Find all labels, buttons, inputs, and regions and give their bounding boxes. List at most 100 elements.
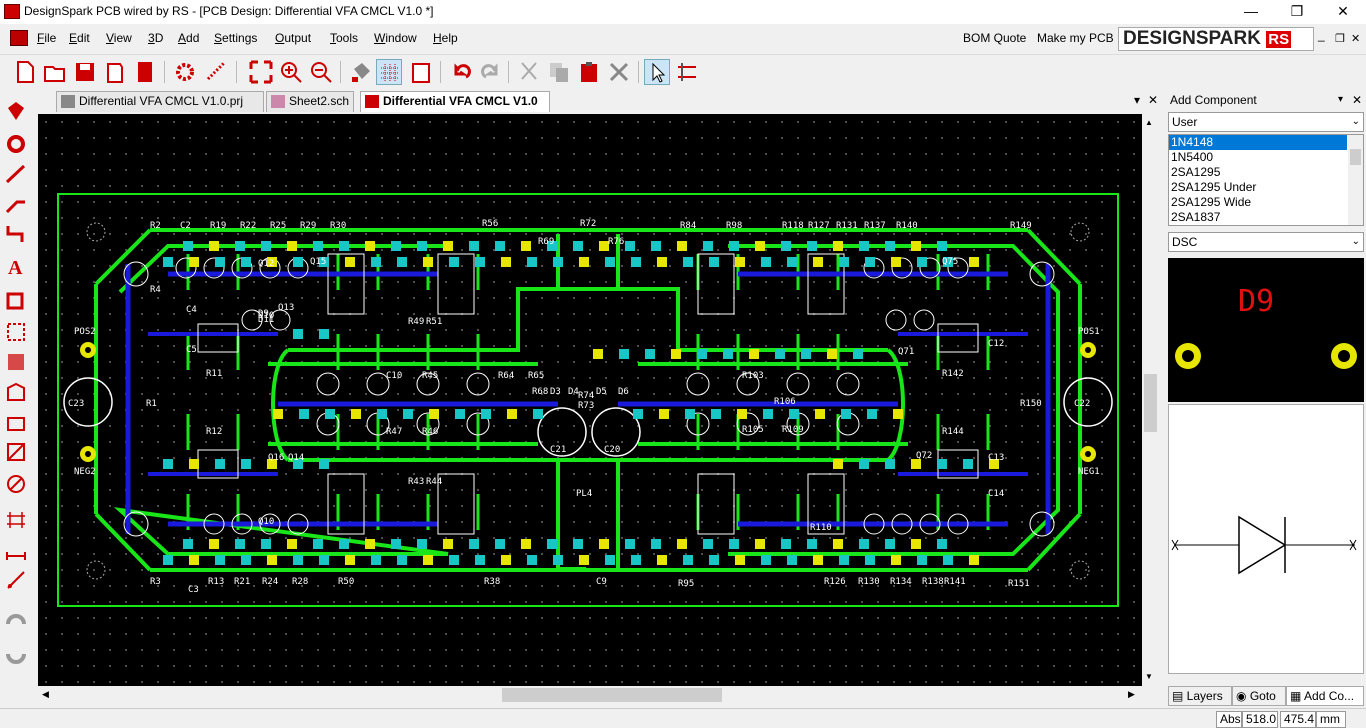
pad [841, 409, 851, 419]
tab-goto[interactable]: ◉ Goto [1232, 686, 1286, 706]
scroll-up-icon[interactable]: ▲ [1145, 118, 1153, 127]
silk-label: PL4 [576, 489, 592, 499]
mdi-restore-button[interactable]: ❐ [1335, 32, 1345, 45]
horizontal-scrollbar[interactable]: ◀ ▶ [38, 686, 1142, 704]
via-tool-icon[interactable] [4, 132, 28, 156]
pad [469, 539, 479, 549]
copper-pour-icon[interactable] [4, 380, 28, 404]
package-select[interactable]: DSC ⌄ [1168, 232, 1364, 252]
menu-file[interactable]: File [37, 31, 56, 45]
menu-edit[interactable]: Edit [69, 31, 90, 45]
units[interactable]: mm [1316, 711, 1346, 728]
tab-schematic[interactable]: Sheet2.sch [266, 91, 354, 112]
pad [937, 539, 947, 549]
panel-close-icon[interactable]: ✕ [1352, 90, 1362, 110]
select-pointer-icon[interactable] [644, 59, 670, 85]
list-item[interactable]: 2SA1295 [1169, 165, 1363, 180]
menu-3d[interactable]: 3D [148, 31, 163, 45]
tab-layers[interactable]: ▤ Layers [1168, 686, 1232, 706]
library-select[interactable]: User ⌄ [1168, 112, 1364, 132]
menu-window[interactable]: Window [374, 31, 417, 45]
silk-label: R98 [726, 221, 742, 231]
menu-view[interactable]: View [106, 31, 132, 45]
component-list[interactable]: 1N4148 1N5400 2SA1295 2SA1295 Under 2SA1… [1168, 134, 1364, 226]
close-doc-icon[interactable] [102, 59, 128, 85]
vscroll-thumb[interactable] [1144, 374, 1157, 432]
mdi-close-button[interactable]: ✕ [1351, 32, 1360, 45]
pad [533, 409, 543, 419]
undo-icon[interactable] [448, 59, 474, 85]
paste-icon[interactable] [576, 59, 602, 85]
interactive-route-icon[interactable] [674, 59, 700, 85]
route-tool-icon[interactable] [4, 192, 28, 216]
menu-add[interactable]: Add [178, 31, 199, 45]
list-item[interactable]: 2SA1295 Wide [1169, 195, 1363, 210]
fill-icon[interactable] [348, 59, 374, 85]
zoom-fit-icon[interactable] [248, 59, 274, 85]
make-my-pcb-link[interactable]: Make my PCB [1037, 31, 1114, 45]
vertical-scrollbar[interactable]: ▲ ▼ [1142, 114, 1159, 686]
keepout-icon[interactable] [4, 440, 28, 464]
scroll-left-icon[interactable]: ◀ [42, 689, 49, 700]
menu-tools[interactable]: Tools [330, 31, 358, 45]
scroll-right-icon[interactable]: ▶ [1128, 689, 1135, 700]
pcb-canvas[interactable]: R2 C2 R19 R22 R25 R29 R30 R72 R69 R76 R56 R84 R98 R11… [38, 114, 1142, 686]
open-file-icon[interactable] [42, 59, 68, 85]
menu-settings[interactable]: Settings [214, 31, 257, 45]
hscroll-thumb[interactable] [502, 688, 722, 702]
tab-pcb[interactable]: Differential VFA CMCL V1.0 [360, 91, 550, 112]
save-icon[interactable] [72, 59, 98, 85]
list-scrollbar[interactable] [1348, 135, 1363, 225]
list-item[interactable]: 1N5400 [1169, 150, 1363, 165]
rect-tool-icon[interactable] [4, 350, 28, 374]
area-tool-icon[interactable] [4, 410, 28, 434]
document-icon[interactable] [10, 30, 28, 46]
measure-tool-icon[interactable] [4, 538, 28, 562]
dimension-tool-icon[interactable] [4, 508, 28, 532]
settings-gear-icon[interactable] [172, 59, 198, 85]
gray-tool-2-icon[interactable] [4, 642, 28, 666]
cut-icon[interactable] [516, 59, 542, 85]
grid-dots-icon[interactable] [204, 59, 230, 85]
list-item[interactable]: 1N4148 [1169, 135, 1347, 150]
tab-project[interactable]: Differential VFA CMCL V1.0.prj [56, 91, 264, 112]
coord-mode[interactable]: Abs [1216, 711, 1242, 728]
minimize-button[interactable]: — [1228, 0, 1274, 24]
properties-icon[interactable] [408, 59, 434, 85]
menu-help[interactable]: Help [433, 31, 458, 45]
pcb-board-drawing[interactable]: R2 C2 R19 R22 R25 R29 R30 R72 R69 R76 R56 R84 R98 R11… [38, 114, 1142, 686]
zoom-in-icon[interactable] [278, 59, 304, 85]
tabs-close-icon[interactable]: ✕ [1148, 93, 1158, 107]
new-file-icon[interactable] [12, 59, 38, 85]
text-tool-icon[interactable]: A [4, 254, 28, 278]
list-item[interactable]: 2SA1295 Under [1169, 180, 1363, 195]
ruler-tool-icon[interactable] [4, 568, 28, 592]
tab-add-component[interactable]: ▦ Add Co... [1286, 686, 1364, 706]
copy-icon[interactable] [546, 59, 572, 85]
close-button[interactable]: ✕ [1320, 0, 1366, 24]
shape-tool-icon[interactable] [4, 288, 28, 312]
tabs-dropdown-icon[interactable]: ▾ [1134, 93, 1140, 107]
menu-output[interactable]: Output [275, 31, 311, 45]
app-icon[interactable] [4, 4, 20, 19]
track-tool-icon[interactable] [4, 162, 28, 186]
redo-icon[interactable] [478, 59, 504, 85]
pad [371, 257, 381, 267]
list-scroll-thumb[interactable] [1350, 149, 1361, 165]
scroll-down-icon[interactable]: ▼ [1145, 672, 1153, 681]
bus-tool-icon[interactable] [4, 222, 28, 246]
list-item[interactable]: 2SA1837 [1169, 210, 1363, 225]
grid-toggle-icon[interactable] [376, 59, 402, 85]
panel-dropdown-icon[interactable]: ▾ [1338, 90, 1343, 110]
silk-label: R12 [206, 427, 222, 437]
bom-quote-link[interactable]: BOM Quote [963, 31, 1026, 45]
drill-tool-icon[interactable] [4, 472, 28, 496]
gray-tool-1-icon[interactable] [4, 612, 28, 636]
zoom-out-icon[interactable] [308, 59, 334, 85]
restore-button[interactable]: ❐ [1274, 0, 1320, 24]
mdi-minimize-button[interactable]: _ [1318, 28, 1325, 42]
library-icon[interactable] [132, 59, 158, 85]
delete-icon[interactable] [606, 59, 632, 85]
line-tool-icon[interactable] [4, 320, 28, 344]
component-tool-icon[interactable] [4, 100, 28, 124]
